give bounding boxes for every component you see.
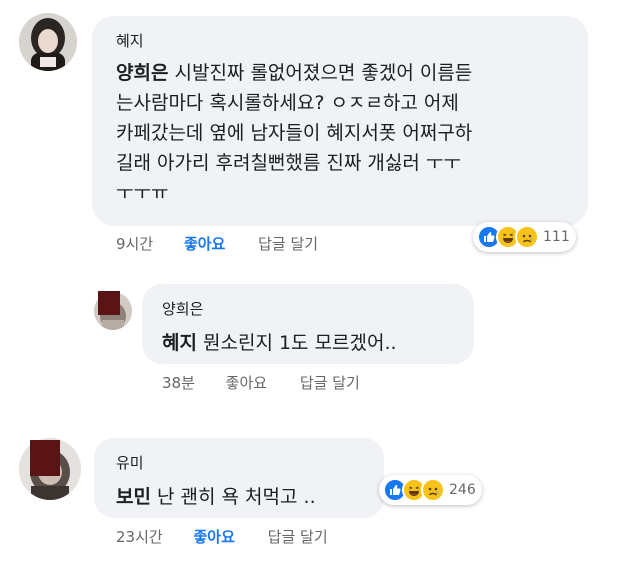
mention-tag[interactable]: 혜지: [162, 332, 197, 354]
comment-text: 혜지 뭔소린지 1도 모르겠어..: [162, 328, 397, 355]
comment-author[interactable]: 양희은: [162, 298, 203, 319]
comment-body: 난 괜히 욕 처먹고 ..: [150, 486, 316, 508]
like-button[interactable]: 좋아요: [193, 526, 234, 547]
mention-tag[interactable]: 양희은: [116, 62, 168, 84]
like-button[interactable]: 좋아요: [226, 372, 267, 393]
redaction-block: [98, 291, 120, 315]
comment-time[interactable]: 23시간: [116, 526, 163, 547]
mention-tag[interactable]: 보민: [116, 486, 151, 508]
sad-icon: [515, 225, 539, 249]
reaction-count: 111: [543, 229, 570, 245]
reply-button[interactable]: 답글 달기: [300, 372, 360, 393]
comment-actions: 38분 좋아요 답글 달기: [162, 372, 360, 393]
comment-actions: 9시간 좋아요 답글 달기: [116, 233, 318, 254]
avatar-photo: [19, 13, 77, 71]
comment-time[interactable]: 9시간: [116, 233, 153, 254]
reply-button[interactable]: 답글 달기: [258, 233, 318, 254]
reaction-summary[interactable]: 111: [473, 222, 576, 252]
comment-body: 시발진짜 롤없어졌으면 좋겠어 이름듣 는사람마다 혹시롤하세요? ㅇㅈㄹ하고 …: [116, 62, 473, 204]
comment-author[interactable]: 혜지: [116, 30, 144, 51]
comment-text: 보민 난 괜히 욕 처먹고 ..: [116, 482, 316, 509]
comment-body: 뭔소린지 1도 모르겠어..: [196, 332, 397, 354]
reaction-summary[interactable]: 246: [379, 475, 482, 505]
reaction-count: 246: [449, 482, 476, 498]
comment-actions: 23시간 좋아요 답글 달기: [116, 526, 328, 547]
comment-text: 양희은 시발진짜 롤없어졌으면 좋겠어 이름듣 는사람마다 혹시롤하세요? ㅇㅈ…: [116, 58, 578, 208]
avatar[interactable]: [19, 13, 77, 71]
redaction-block: [30, 440, 60, 476]
comment-author[interactable]: 유미: [116, 452, 144, 473]
reply-button[interactable]: 답글 달기: [268, 526, 328, 547]
comment-time[interactable]: 38분: [162, 372, 195, 393]
like-button[interactable]: 좋아요: [184, 233, 225, 254]
sad-icon: [421, 478, 445, 502]
